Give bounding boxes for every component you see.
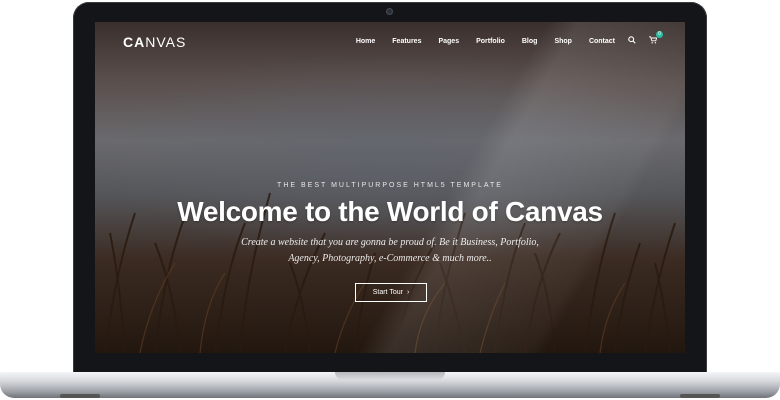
hero-headline: Welcome to the World of Canvas bbox=[177, 196, 603, 227]
chevron-right-icon: › bbox=[406, 289, 410, 296]
site-logo[interactable]: CANVAS bbox=[123, 34, 186, 50]
camera-icon bbox=[386, 8, 393, 15]
nav-item-pages[interactable]: Pages bbox=[438, 38, 459, 45]
hero-kicker: THE BEST MULTIPURPOSE HTML5 TEMPLATE bbox=[277, 182, 503, 189]
nav-item-home[interactable]: Home bbox=[356, 38, 375, 45]
cart-icon[interactable]: 0 bbox=[649, 31, 663, 46]
laptop-foot-left bbox=[60, 394, 100, 398]
hero-subtitle: Create a website that you are gonna be p… bbox=[95, 235, 685, 267]
nav-item-features[interactable]: Features bbox=[392, 38, 421, 45]
logo-light: NVAS bbox=[145, 34, 187, 50]
nav-item-blog[interactable]: Blog bbox=[522, 38, 538, 45]
search-icon[interactable] bbox=[628, 36, 636, 46]
hero-subtitle-line-1: Create a website that you are gonna be p… bbox=[241, 237, 539, 248]
nav-item-portfolio[interactable]: Portfolio bbox=[476, 38, 505, 45]
main-nav: Home Features Pages Portfolio Blog Shop … bbox=[339, 31, 663, 46]
hero-subtitle-line-2: Agency, Photography, e-Commerce & much m… bbox=[288, 253, 492, 264]
laptop-opening-notch bbox=[335, 372, 445, 380]
cart-count-badge: 0 bbox=[656, 31, 663, 38]
website-screen: CANVAS Home Features Pages Portfolio Blo… bbox=[95, 22, 685, 353]
start-tour-button[interactable]: Start Tour › bbox=[355, 283, 427, 302]
nav-item-contact[interactable]: Contact bbox=[589, 38, 615, 45]
laptop-foot-right bbox=[680, 394, 720, 398]
logo-bold: CA bbox=[123, 34, 146, 50]
start-tour-label: Start Tour bbox=[372, 289, 403, 296]
nav-item-shop[interactable]: Shop bbox=[554, 38, 572, 45]
